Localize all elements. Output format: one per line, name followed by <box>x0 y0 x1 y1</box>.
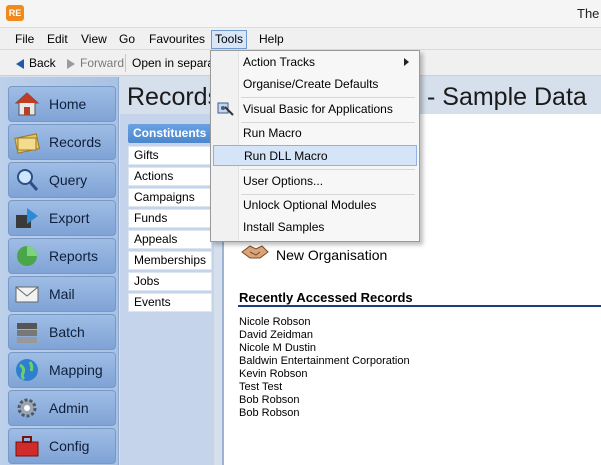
forward-label: Forward <box>80 56 125 70</box>
window-title: The <box>577 6 600 21</box>
menu-vba[interactable]: Visual Basic for Applications <box>213 99 417 120</box>
submenu-arrow-icon <box>404 58 409 66</box>
menu-favourites[interactable]: Favourites <box>146 31 208 48</box>
new-organisation-link[interactable]: New Organisation <box>276 247 387 263</box>
handshake-icon <box>241 245 269 259</box>
menu-help[interactable]: Help <box>256 31 287 48</box>
left-navigation: Home Records Query Export Reports Mail B… <box>0 77 119 465</box>
page-title: Records <box>127 83 221 111</box>
menu-organise-defaults[interactable]: Organise/Create Defaults <box>213 74 417 95</box>
subnav-campaigns[interactable]: Campaigns <box>128 188 212 207</box>
reports-icon <box>17 246 37 266</box>
subnav-jobs[interactable]: Jobs <box>128 272 212 291</box>
globe-icon <box>16 359 38 381</box>
menu-edit[interactable]: Edit <box>44 31 71 48</box>
nav-records[interactable]: Records <box>8 124 116 160</box>
menu-install-samples-label: Install Samples <box>243 220 325 234</box>
nav-reports[interactable]: Reports <box>8 238 116 274</box>
nav-export-label: Export <box>49 210 90 226</box>
subnav-memberships[interactable]: Memberships <box>128 251 212 270</box>
app-icon: RE <box>6 5 24 21</box>
recent-records-title: Recently Accessed Records <box>239 290 413 305</box>
nav-query-label: Query <box>49 172 88 188</box>
forward-button[interactable]: Forward <box>67 55 124 71</box>
toolbox-icon <box>15 436 39 457</box>
menu-separator <box>241 169 415 170</box>
mail-icon <box>15 286 39 303</box>
nav-config[interactable]: Config <box>8 428 116 464</box>
subnav-appeals[interactable]: Appeals <box>128 230 212 249</box>
menu-user-options[interactable]: User Options... <box>213 171 417 192</box>
nav-batch-label: Batch <box>49 324 85 340</box>
recent-record-item[interactable]: Baldwin Entertainment Corporation <box>239 355 410 368</box>
recent-records-divider <box>238 305 601 307</box>
recent-record-item[interactable]: Kevin Robson <box>239 368 308 381</box>
home-icon <box>14 92 40 116</box>
recent-record-item[interactable]: Bob Robson <box>239 407 300 420</box>
nav-batch[interactable]: Batch <box>8 314 116 350</box>
menu-bar: File Edit View Go Favourites Tools Help <box>0 28 601 50</box>
batch-icon <box>17 323 37 343</box>
menu-run-macro-label: Run Macro <box>243 126 302 140</box>
menu-action-tracks[interactable]: Action Tracks <box>213 52 417 73</box>
recent-record-item[interactable]: Test Test <box>239 381 282 394</box>
nav-home[interactable]: Home <box>8 86 116 122</box>
menu-unlock-modules[interactable]: Unlock Optional Modules <box>213 195 417 216</box>
gear-icon <box>17 398 37 418</box>
forward-arrow-icon <box>67 58 75 69</box>
nav-query[interactable]: Query <box>8 162 116 198</box>
recent-record-item[interactable]: Bob Robson <box>239 394 300 407</box>
nav-admin-label: Admin <box>49 400 89 416</box>
export-icon <box>16 208 38 228</box>
magnifier-icon <box>17 169 39 191</box>
menu-vba-label: Visual Basic for Applications <box>243 102 393 116</box>
toolbar-separator <box>125 54 126 72</box>
nav-admin[interactable]: Admin <box>8 390 116 426</box>
nav-mapping[interactable]: Mapping <box>8 352 116 388</box>
nav-export[interactable]: Export <box>8 200 116 236</box>
menu-organise-defaults-label: Organise/Create Defaults <box>243 77 379 91</box>
menu-go[interactable]: Go <box>116 31 138 48</box>
subnav-constituents[interactable]: Constituents <box>128 124 212 143</box>
nav-home-label: Home <box>49 96 87 112</box>
recent-record-item[interactable]: David Zeidman <box>239 329 313 342</box>
menu-install-samples[interactable]: Install Samples <box>213 217 417 238</box>
subnav-events[interactable]: Events <box>128 293 212 312</box>
menu-file[interactable]: File <box>12 31 37 48</box>
menu-run-dll-macro-label: Run DLL Macro <box>244 149 328 163</box>
menu-unlock-modules-label: Unlock Optional Modules <box>243 198 377 212</box>
tools-menu: Action Tracks Organise/Create Defaults V… <box>210 50 420 242</box>
back-button[interactable]: Back <box>16 55 56 71</box>
records-icon <box>14 133 41 154</box>
recent-record-item[interactable]: Nicole Robson <box>239 316 311 329</box>
menu-tools[interactable]: Tools <box>211 30 248 49</box>
back-arrow-icon <box>16 58 24 69</box>
back-label: Back <box>29 56 56 70</box>
nav-reports-label: Reports <box>49 248 99 264</box>
title-bar: RE The <box>0 0 601 28</box>
menu-user-options-label: User Options... <box>243 174 324 188</box>
subnav-funds[interactable]: Funds <box>128 209 212 228</box>
menu-view[interactable]: View <box>78 31 110 48</box>
menu-action-tracks-label: Action Tracks <box>243 55 316 69</box>
subnav-actions[interactable]: Actions <box>128 167 212 186</box>
menu-run-macro[interactable]: Run Macro <box>213 123 417 144</box>
page-subtitle: - Sample Data <box>427 83 587 111</box>
subnav-gifts[interactable]: Gifts <box>128 146 212 165</box>
vba-icon <box>217 102 234 116</box>
nav-records-label: Records <box>49 134 102 150</box>
nav-mail-label: Mail <box>49 286 75 302</box>
menu-separator <box>241 97 415 98</box>
recent-record-item[interactable]: Nicole M Dustin <box>239 342 316 355</box>
nav-mapping-label: Mapping <box>49 362 103 378</box>
nav-config-label: Config <box>49 438 90 454</box>
nav-mail[interactable]: Mail <box>8 276 116 312</box>
menu-run-dll-macro[interactable]: Run DLL Macro <box>213 145 417 166</box>
